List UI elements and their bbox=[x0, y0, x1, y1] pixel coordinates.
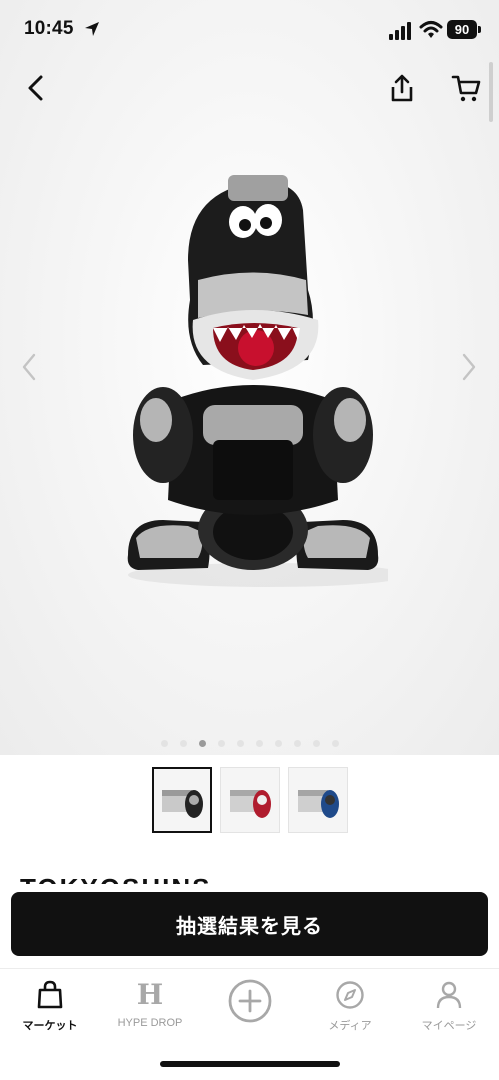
tab-mypage[interactable]: マイページ bbox=[399, 977, 499, 1037]
thumbnail-3[interactable] bbox=[287, 767, 348, 833]
next-image-button[interactable] bbox=[454, 350, 484, 384]
pagination-dot[interactable] bbox=[331, 740, 339, 747]
pagination-dot[interactable] bbox=[274, 740, 282, 747]
product-image-gallery[interactable] bbox=[0, 0, 499, 755]
shopping-bag-icon bbox=[37, 980, 63, 1009]
cart-button[interactable] bbox=[448, 70, 484, 106]
pagination-dot[interactable] bbox=[255, 740, 263, 747]
pagination-dot[interactable] bbox=[236, 740, 244, 747]
tab-market[interactable]: マーケット bbox=[0, 977, 100, 1037]
pagination-dot[interactable] bbox=[198, 740, 206, 747]
back-button[interactable] bbox=[18, 70, 54, 106]
location-arrow-icon bbox=[85, 22, 99, 36]
thumbnail-image bbox=[297, 790, 339, 818]
cart-icon bbox=[451, 75, 481, 102]
tab-media[interactable]: メディア bbox=[300, 977, 400, 1037]
pagination-dot[interactable] bbox=[217, 740, 225, 747]
gallery-pagination bbox=[0, 740, 499, 747]
tab-hype-drop[interactable]: H HYPE DROP bbox=[100, 977, 200, 1037]
chevron-left-icon bbox=[22, 353, 36, 381]
scrollbar[interactable] bbox=[489, 62, 493, 122]
view-lottery-results-button[interactable]: 抽選結果を見る bbox=[11, 892, 488, 956]
pagination-dot[interactable] bbox=[293, 740, 301, 747]
pagination-dot[interactable] bbox=[179, 740, 187, 747]
chevron-left-icon bbox=[28, 75, 43, 101]
thumbnail-image bbox=[161, 790, 203, 818]
pagination-dot[interactable] bbox=[160, 740, 168, 747]
thumbnail-image bbox=[229, 790, 271, 818]
thumbnail-1[interactable] bbox=[151, 767, 212, 833]
product-figure-image bbox=[127, 175, 388, 587]
plus-circle-icon bbox=[228, 979, 272, 1023]
compass-icon bbox=[336, 981, 364, 1009]
tab-add[interactable] bbox=[200, 977, 300, 1037]
status-time: 10:45 bbox=[24, 18, 74, 39]
share-button[interactable] bbox=[384, 70, 420, 106]
brand-name-text: TOKYOSHINS bbox=[20, 873, 280, 884]
battery-tip bbox=[478, 26, 481, 33]
tab-label: HYPE DROP bbox=[117, 1017, 183, 1029]
battery-indicator: 90 bbox=[447, 20, 477, 39]
thumbnail-strip bbox=[0, 767, 499, 833]
tab-label: マイページ bbox=[421, 1020, 477, 1032]
hype-h-icon: H bbox=[136, 978, 164, 1011]
cellular-signal-icon bbox=[389, 22, 411, 40]
wifi-icon bbox=[419, 21, 443, 38]
chevron-right-icon bbox=[462, 353, 476, 381]
previous-image-button[interactable] bbox=[14, 350, 44, 384]
brand-name-partial: TOKYOSHINS bbox=[20, 870, 280, 884]
tab-label: マーケット bbox=[22, 1020, 78, 1032]
home-indicator[interactable] bbox=[160, 1061, 340, 1067]
thumbnail-2[interactable] bbox=[219, 767, 280, 833]
share-icon bbox=[391, 74, 413, 102]
tab-label: メディア bbox=[328, 1020, 372, 1032]
status-bar: 10:45 90 bbox=[0, 0, 499, 60]
person-icon bbox=[436, 981, 462, 1009]
pagination-dot[interactable] bbox=[312, 740, 320, 747]
